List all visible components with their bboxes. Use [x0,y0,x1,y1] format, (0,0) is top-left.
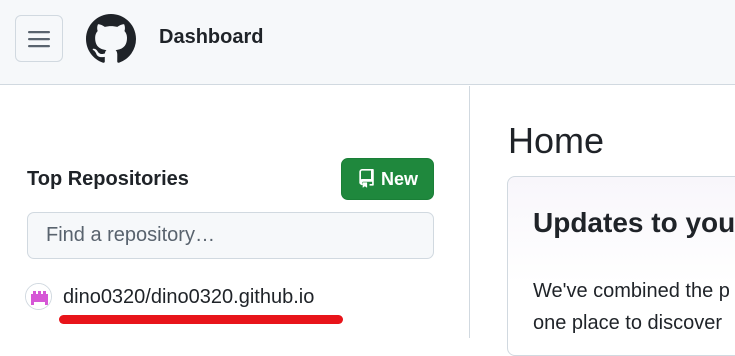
repository-list-item[interactable]: dino0320/dino0320.github.io [25,283,445,311]
red-annotation-underline [59,315,343,324]
new-button-label: New [380,168,418,189]
page-title[interactable]: Dashboard [159,26,263,49]
hamburger-menu-icon [28,30,50,47]
updates-card-title: Updates to you [533,207,735,238]
github-mark-icon[interactable] [86,14,136,64]
sidebar: Top Repositories New dino0320/dino0320.g… [0,86,470,338]
updates-card: Updates to you We've combined the p one … [507,176,735,356]
top-repositories-heading: Top Repositories [27,168,189,190]
updates-card-line: We've combined the p [533,280,730,302]
find-repository-input[interactable] [27,212,434,259]
repo-icon [359,169,374,188]
updates-card-line: one place to discover [533,312,723,334]
user-avatar-icon [25,283,52,310]
repository-link[interactable]: dino0320/dino0320.github.io [63,286,314,309]
top-header: Dashboard [0,0,735,85]
hamburger-menu-button[interactable] [15,15,63,62]
home-heading: Home [508,120,605,161]
updates-card-body: We've combined the p one place to discov… [533,275,735,339]
new-repository-button[interactable]: New [341,158,434,200]
